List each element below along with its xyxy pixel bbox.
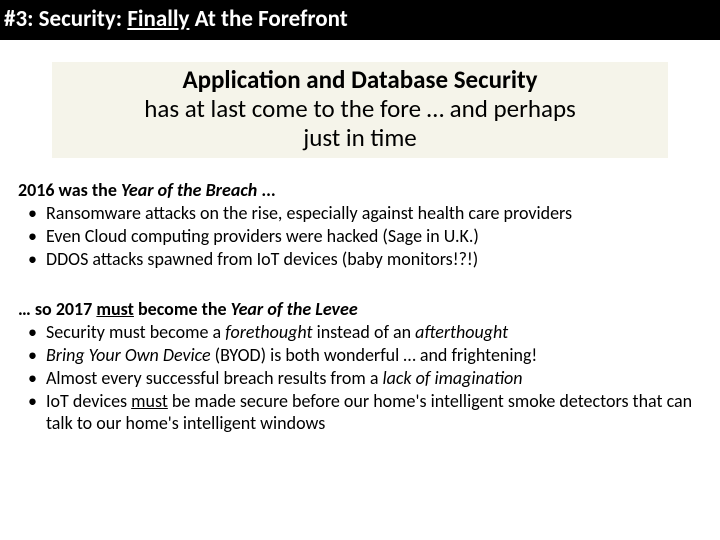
list-item: Bring Your Own Device (BYOD) is both won… <box>24 345 694 367</box>
section-2017-lead: … so 2017 must become the Year of the Le… <box>18 299 694 321</box>
subhead-box: Application and Database Security has at… <box>52 62 668 158</box>
b0-b: instead of an <box>313 321 416 343</box>
lead-2017-i: Year of the Levee <box>231 298 358 320</box>
lead-2017-u: must <box>96 298 134 320</box>
title-prefix: #3: Security: <box>4 5 127 33</box>
lead-2017-pre: … so <box>18 298 56 320</box>
b0-i2: afterthought <box>415 321 508 343</box>
b2-a: Almost every successful breach results f… <box>46 367 383 389</box>
list-item: IoT devices must be made secure before o… <box>24 391 694 435</box>
list-item: DDOS attacks spawned from IoT devices (b… <box>24 249 694 271</box>
lead-2016-b2: ... <box>257 179 276 201</box>
lead-2016-i: Year of the Breach <box>121 179 257 201</box>
subhead-bold: Application and Database Security <box>182 64 537 95</box>
section-2016: 2016 was the Year of the Breach ... Rans… <box>18 180 694 271</box>
slide-title-bar: #3: Security: Finally At the Forefront <box>0 0 720 40</box>
b1-i: Bring Your Own Device <box>46 344 211 366</box>
lead-2017-bpre: 2017 <box>56 298 97 320</box>
b3-a: IoT devices <box>46 390 131 412</box>
list-item: Even Cloud computing providers were hack… <box>24 226 694 248</box>
b1-rest: (BYOD) is both wonderful … and frighteni… <box>211 344 538 366</box>
title-underlined: Finally <box>127 5 189 33</box>
section-2016-bullets: Ransomware attacks on the rise, especial… <box>18 203 694 271</box>
subhead-line2a: has at last come to the fore … and perha… <box>58 95 662 124</box>
b0-a: Security must become a <box>46 321 225 343</box>
subhead-line1: Application and Database Security <box>58 66 662 95</box>
b2-i: lack of imagination <box>383 367 523 389</box>
b0-i1: forethought <box>225 321 312 343</box>
list-item: Ransomware attacks on the rise, especial… <box>24 203 694 225</box>
lead-2016-b1: 2016 was the <box>18 179 121 201</box>
b3-u: must <box>131 390 168 412</box>
section-2017-bullets: Security must become a forethought inste… <box>18 322 694 435</box>
body-content: 2016 was the Year of the Breach ... Rans… <box>0 158 720 435</box>
title-suffix: At the Forefront <box>189 5 347 33</box>
list-item: Security must become a forethought inste… <box>24 322 694 344</box>
section-2017: … so 2017 must become the Year of the Le… <box>18 299 694 435</box>
lead-2017-bpost: become the <box>134 298 231 320</box>
subhead-line2b: just in time <box>58 124 662 153</box>
section-2016-lead: 2016 was the Year of the Breach ... <box>18 180 694 202</box>
list-item: Almost every successful breach results f… <box>24 368 694 390</box>
